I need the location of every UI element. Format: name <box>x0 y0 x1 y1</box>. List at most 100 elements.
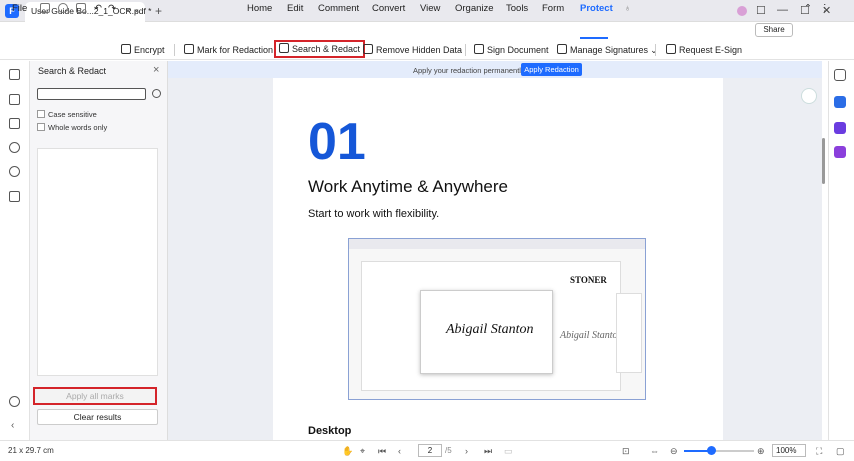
section-title: Desktop <box>308 425 352 437</box>
menu-bar <box>0 22 854 40</box>
encrypt-button[interactable]: Encrypt <box>121 42 165 58</box>
attachment-icon[interactable] <box>9 142 20 153</box>
toolbar-divider <box>174 44 175 56</box>
first-page-icon[interactable]: ⏮ <box>378 446 386 457</box>
save-icon[interactable] <box>40 3 50 13</box>
menu-convert[interactable]: Convert <box>372 3 405 14</box>
whole-words-checkbox[interactable] <box>37 123 45 131</box>
menu-home[interactable]: Home <box>247 3 272 14</box>
redaction-mark-icon <box>184 44 194 54</box>
word-convert-icon[interactable] <box>834 96 846 108</box>
mail-icon[interactable] <box>76 3 86 13</box>
minimize-button[interactable]: — <box>777 4 788 16</box>
toolbar-divider <box>465 44 466 56</box>
redo-icon[interactable]: ↷ <box>108 3 116 14</box>
new-tab-button[interactable]: + <box>155 4 162 18</box>
zoom-out-icon[interactable]: ⊖ <box>670 446 678 457</box>
avatar[interactable] <box>737 6 747 16</box>
collapse-left-icon[interactable]: ‹ <box>11 420 14 431</box>
expand-up-icon[interactable]: ⌃ <box>804 3 812 14</box>
menu-tools[interactable]: Tools <box>506 3 528 14</box>
next-page-icon[interactable]: › <box>465 446 468 456</box>
fit-page-icon[interactable]: ⊡ <box>622 446 630 457</box>
apply-all-marks-button[interactable]: Apply all marks <box>33 387 157 405</box>
print-icon[interactable] <box>58 3 68 13</box>
last-page-icon[interactable]: ⏭ <box>484 446 492 457</box>
search-document-icon <box>279 43 289 53</box>
notification-icon[interactable]: ☐ <box>756 4 766 17</box>
active-tab-indicator <box>580 37 608 39</box>
search-icon[interactable] <box>152 89 161 98</box>
ai-sparkle-icon[interactable] <box>834 122 846 134</box>
select-tool-icon[interactable]: ⌖ <box>360 446 365 457</box>
help-icon[interactable] <box>9 396 20 407</box>
menu-file[interactable]: File <box>12 3 27 14</box>
panel-title: Search & Redact <box>38 66 107 76</box>
case-sensitive-checkbox[interactable] <box>37 110 45 118</box>
layers-icon[interactable] <box>9 191 20 202</box>
ai-assistant-icon[interactable] <box>801 88 817 104</box>
whole-words-label: Whole words only <box>48 123 108 132</box>
fit-width-icon[interactable]: ⇔ <box>650 446 659 456</box>
properties-icon[interactable] <box>834 69 846 81</box>
esign-icon <box>666 44 676 54</box>
menu-organize[interactable]: Organize <box>455 3 494 14</box>
embedded-signature-preview: Abigail Stanton <box>560 330 623 341</box>
lock-icon <box>121 44 131 54</box>
search-results-list[interactable] <box>37 148 158 376</box>
menu-edit[interactable]: Edit <box>287 3 303 14</box>
remove-hidden-data-button[interactable]: Remove Hidden Data <box>363 42 462 58</box>
menu-protect[interactable]: Protect <box>580 3 613 14</box>
manage-signatures-button[interactable]: Manage Signatures ⌄ <box>557 42 658 58</box>
more-options-icon[interactable]: ⋮ <box>820 3 830 14</box>
tab-close-icon[interactable]: × <box>134 6 139 16</box>
search-icon[interactable] <box>9 166 20 177</box>
more-chevron-icon[interactable]: ⌄ <box>124 3 132 14</box>
apps-icon[interactable] <box>834 146 846 158</box>
previous-page-icon[interactable]: ‹ <box>398 446 401 456</box>
sign-document-button[interactable]: Sign Document <box>474 42 549 58</box>
case-sensitive-label: Case sensitive <box>48 110 97 119</box>
mark-for-redaction-button[interactable]: Mark for Redaction <box>184 42 273 58</box>
fullscreen-icon[interactable]: ⛶ <box>816 446 822 457</box>
page-number-input[interactable]: 2 <box>418 444 442 457</box>
search-redact-button[interactable]: Search & Redact <box>274 40 366 58</box>
read-mode-icon[interactable]: ▢ <box>836 446 845 457</box>
menu-comment[interactable]: Comment <box>318 3 359 14</box>
page-total-label: /5 <box>445 446 452 455</box>
page-size-label: 21 x 29.7 cm <box>8 446 54 455</box>
undo-icon[interactable]: ↶ <box>94 3 102 14</box>
bookmark-icon[interactable] <box>9 94 20 105</box>
pages-icon[interactable] <box>9 69 20 80</box>
document-x-icon <box>363 44 373 54</box>
menu-view[interactable]: View <box>420 3 440 14</box>
page-layout-icon[interactable]: ▭ <box>504 446 513 457</box>
lightbulb-icon[interactable]: ♁ <box>624 3 631 14</box>
share-button[interactable]: Share <box>755 23 793 37</box>
page-heading: Work Anytime & Anywhere <box>308 177 508 196</box>
zoom-level-select[interactable]: 100% <box>772 444 806 457</box>
zoom-in-icon[interactable]: ⊕ <box>757 446 765 457</box>
chevron-down-icon: ⌄ <box>650 45 658 55</box>
clear-results-button[interactable]: Clear results <box>37 409 158 425</box>
search-input[interactable] <box>37 88 146 100</box>
signatures-icon <box>557 44 567 54</box>
vertical-scrollbar[interactable] <box>822 138 825 184</box>
apply-redaction-button[interactable]: Apply Redaction <box>521 63 582 76</box>
section-number: 01 <box>308 113 366 171</box>
embedded-side-panel <box>616 293 642 373</box>
embedded-signature: Abigail Stanton <box>446 322 534 337</box>
toolbar-divider <box>655 44 656 56</box>
banner-text: Apply your redaction permanently. <box>413 66 527 75</box>
embedded-brand-text: STONER <box>570 275 607 285</box>
panel-close-icon[interactable]: × <box>153 64 159 76</box>
request-esign-button[interactable]: Request E-Sign <box>666 42 742 58</box>
sign-icon <box>474 44 484 54</box>
zoom-slider-handle[interactable] <box>707 446 716 455</box>
page-subheading: Start to work with flexibility. <box>308 208 440 220</box>
hand-tool-icon[interactable]: ✋ <box>342 446 353 457</box>
comment-icon[interactable] <box>9 118 20 129</box>
menu-form[interactable]: Form <box>542 3 564 14</box>
embedded-titlebar <box>349 239 645 249</box>
right-sidebar-rail <box>828 61 854 440</box>
